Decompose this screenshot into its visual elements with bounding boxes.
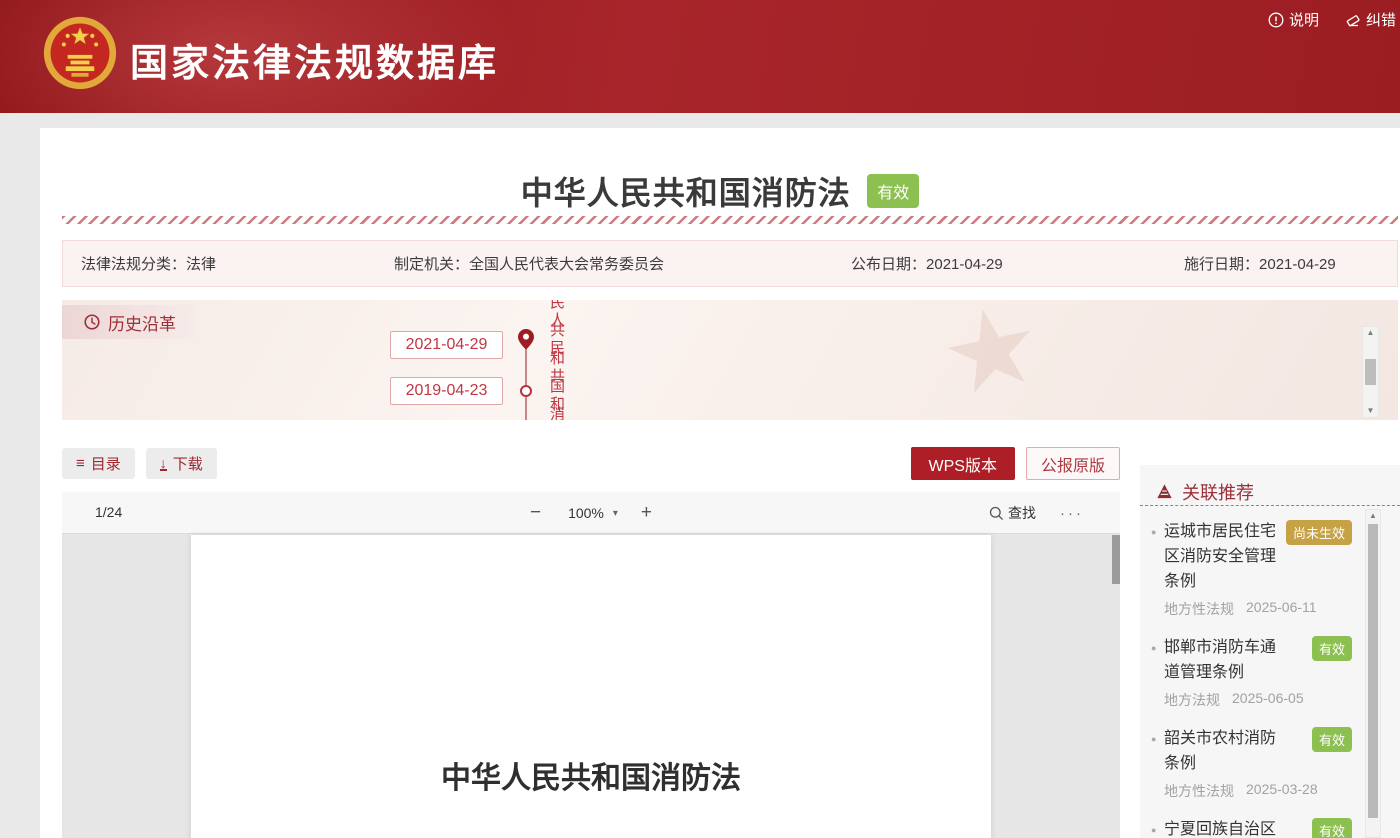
info-icon xyxy=(1268,12,1284,27)
gazette-original-button[interactable]: 公报原版 xyxy=(1025,447,1120,480)
scroll-down-icon[interactable]: ▼ xyxy=(1367,407,1375,415)
list-item[interactable]: ● 韶关市农村消防条例 有效 地方性法规 2025-03-28 xyxy=(1151,726,1354,801)
pdf-scrollbar-thumb[interactable] xyxy=(1112,535,1120,584)
site-title: 国家法律法规数据库 xyxy=(130,43,500,85)
bullet-icon: ● xyxy=(1151,734,1157,744)
history-section-label: 历史沿革 xyxy=(62,305,197,339)
download-label: 下载 xyxy=(172,456,203,473)
related-item-meta: 地方性法规 2025-03-28 xyxy=(1164,781,1354,801)
related-item-title[interactable]: 宁夏回族自治区 xyxy=(1164,817,1282,838)
bullet-icon: ● xyxy=(1151,825,1157,835)
status-badge: 有效 xyxy=(1311,727,1352,752)
background-star-decoration: ★ xyxy=(930,300,1053,420)
history-title: 历史沿革 xyxy=(108,314,176,334)
app-window: 国家法律法规数据库 说明 纠错 中华人民共和国消防法 有效 法律法规分类：法律 … xyxy=(0,0,1400,838)
find-label: 查找 xyxy=(1008,505,1036,521)
document-title: 中华人民共和国消防法 xyxy=(441,762,741,795)
item-category: 地方性法规 xyxy=(1164,601,1234,617)
zoom-controls: − 100% ▾ + xyxy=(530,492,652,534)
help-link[interactable]: 说明 xyxy=(1268,9,1319,30)
correction-label: 纠错 xyxy=(1365,12,1396,29)
bullet-icon: ● xyxy=(1151,643,1157,653)
download-icon: ↓ xyxy=(159,454,167,471)
bullet-icon: ● xyxy=(1151,527,1157,537)
timeline-pin-icon xyxy=(518,329,534,350)
related-item-title[interactable]: 韶关市农村消防条例 xyxy=(1164,726,1282,776)
status-badge: 有效 xyxy=(1311,636,1352,661)
status-badge: 有效 xyxy=(867,174,920,208)
status-badge: 尚未生效 xyxy=(1285,520,1352,545)
sidebar-scrollbar[interactable]: ▲ xyxy=(1365,509,1381,838)
related-sidebar: 关联推荐 ● 运城市居民住宅区消防安全管理条例 尚未生效 地方性法规 2025-… xyxy=(1140,465,1400,838)
actions-right: WPS版本 公报原版 xyxy=(910,447,1120,480)
item-category: 地方性法规 xyxy=(1164,783,1234,799)
meta-category: 法律法规分类：法律 xyxy=(81,256,217,273)
meta-issuing-body: 制定机关：全国人民代表大会常务委员会 xyxy=(394,256,665,273)
list-icon: ≡ xyxy=(76,455,85,472)
find-button[interactable]: 查找 xyxy=(989,503,1036,523)
status-badge: 有效 xyxy=(1311,818,1352,838)
history-scrollbar-thumb[interactable] xyxy=(1365,359,1376,385)
item-date: 2025-06-05 xyxy=(1232,690,1304,706)
related-title: 关联推荐 xyxy=(1182,482,1254,503)
list-item[interactable]: ● 宁夏回族自治区 有效 xyxy=(1151,817,1354,838)
pdf-page: 中华人民共和国消防法 xyxy=(191,535,991,838)
item-date: 2025-06-11 xyxy=(1246,599,1317,615)
zoom-in-icon[interactable]: + xyxy=(641,502,652,524)
help-label: 说明 xyxy=(1288,12,1319,29)
find-group: 查找 ··· xyxy=(989,492,1084,534)
catalog-label: 目录 xyxy=(90,456,121,473)
timeline-circle-icon xyxy=(520,385,532,397)
history-clock-icon xyxy=(84,314,100,330)
list-item[interactable]: ● 邯郸市消防车通道管理条例 有效 地方法规 2025-06-05 xyxy=(1151,635,1354,710)
timeline-connector xyxy=(525,348,527,420)
related-item-meta: 地方法规 2025-06-05 xyxy=(1164,690,1354,710)
hatched-divider xyxy=(62,216,1398,224)
catalog-button[interactable]: ≡ 目录 xyxy=(62,448,135,479)
scroll-up-icon[interactable]: ▲ xyxy=(1367,329,1375,337)
correction-link[interactable]: 纠错 xyxy=(1345,9,1396,30)
meta-bar: 法律法规分类：法律 制定机关：全国人民代表大会常务委员会 公布日期：2021-0… xyxy=(62,240,1398,287)
item-category: 地方法规 xyxy=(1164,692,1220,708)
history-scrollbar[interactable]: ▲ ▼ xyxy=(1362,326,1379,418)
content-card: 中华人民共和国消防法 有效 法律法规分类：法律 制定机关：全国人民代表大会常务委… xyxy=(40,128,1400,838)
timeline-date[interactable]: 2019-04-23 xyxy=(390,377,503,405)
timeline-date[interactable]: 2021-04-29 xyxy=(390,331,503,359)
pdf-viewer: 1/24 − 100% ▾ + 查找 ··· 中华人民共和国消防法 xyxy=(62,492,1120,838)
meta-publish-date: 公布日期：2021-04-29 xyxy=(851,256,1003,273)
eraser-icon xyxy=(1346,14,1360,26)
page-indicator: 1/24 xyxy=(95,504,123,520)
more-icon[interactable]: ··· xyxy=(1060,505,1084,522)
related-list: ● 运城市居民住宅区消防安全管理条例 尚未生效 地方性法规 2025-06-11… xyxy=(1140,506,1400,838)
national-emblem-logo xyxy=(43,16,117,90)
list-item[interactable]: ● 运城市居民住宅区消防安全管理条例 尚未生效 地方性法规 2025-06-11 xyxy=(1151,519,1354,619)
actions-left: ≡ 目录 ↓ 下载 xyxy=(62,448,217,479)
search-icon xyxy=(989,506,1004,520)
site-header: 国家法律法规数据库 说明 纠错 xyxy=(0,0,1400,113)
zoom-level: 100% xyxy=(568,505,604,521)
item-date: 2025-03-28 xyxy=(1246,781,1318,797)
meta-effective-date: 施行日期：2021-04-29 xyxy=(1184,256,1336,273)
actions-row: ≡ 目录 ↓ 下载 WPS版本 公报原版 xyxy=(62,447,1120,480)
law-title-row: 中华人民共和国消防法 有效 xyxy=(40,168,1400,214)
timeline-entry-name[interactable]: 中华人民共和国消防法 xyxy=(550,300,565,420)
download-button[interactable]: ↓ 下载 xyxy=(145,448,217,479)
scroll-up-icon[interactable]: ▲ xyxy=(1369,512,1377,520)
wps-version-button[interactable]: WPS版本 xyxy=(910,447,1015,480)
related-item-title[interactable]: 邯郸市消防车通道管理条例 xyxy=(1164,635,1282,685)
history-panel: ★ 历史沿革 2021-04-29 中华人民共和国消防法 2019-04-23 xyxy=(62,300,1398,420)
header-links: 说明 纠错 xyxy=(1268,9,1396,30)
related-item-meta: 地方性法规 2025-06-11 xyxy=(1164,599,1354,619)
zoom-out-icon[interactable]: − xyxy=(530,502,541,524)
related-header: 关联推荐 xyxy=(1140,465,1400,506)
related-item-title[interactable]: 运城市居民住宅区消防安全管理条例 xyxy=(1164,519,1282,594)
recommend-icon xyxy=(1157,484,1172,499)
pdf-toolbar: 1/24 − 100% ▾ + 查找 ··· xyxy=(62,492,1120,534)
sidebar-scrollbar-thumb[interactable] xyxy=(1368,524,1378,818)
law-title: 中华人民共和国消防法 xyxy=(520,175,851,211)
chevron-down-icon[interactable]: ▾ xyxy=(613,508,618,519)
